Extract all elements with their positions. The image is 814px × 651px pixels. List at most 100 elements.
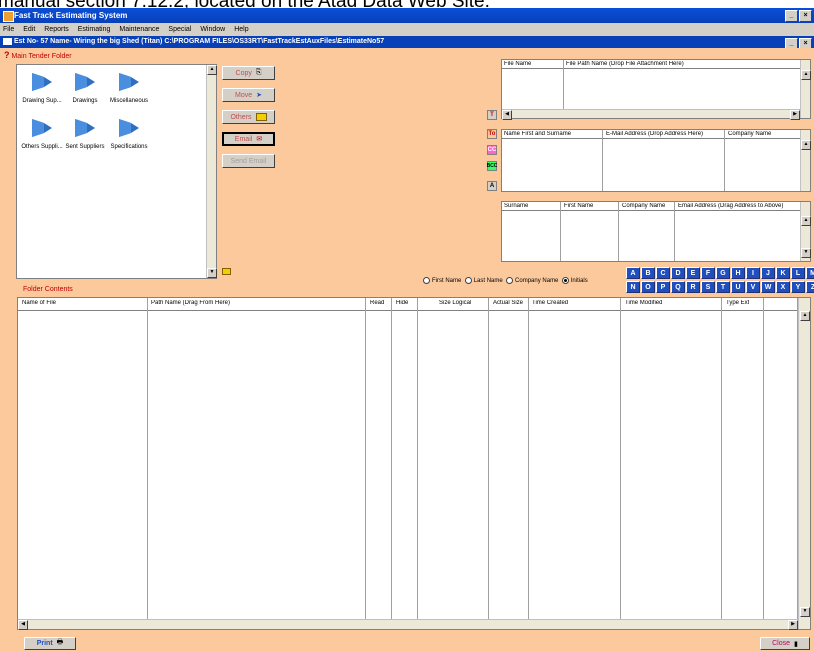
others-button[interactable]: Others: [222, 110, 275, 124]
window-icon: [3, 38, 12, 45]
letter-button[interactable]: O: [641, 281, 655, 293]
app-close-button[interactable]: ×: [799, 10, 812, 22]
letter-button[interactable]: V: [746, 281, 760, 293]
close-button[interactable]: Close ▮: [760, 637, 810, 650]
print-button[interactable]: Print 🖶: [24, 637, 76, 650]
letter-button[interactable]: U: [731, 281, 745, 293]
letter-button[interactable]: E: [686, 267, 700, 279]
letter-button[interactable]: X: [776, 281, 790, 293]
letter-button[interactable]: P: [656, 281, 670, 293]
letter-button[interactable]: H: [731, 267, 745, 279]
folder-contents-label: Folder Contents: [23, 286, 73, 293]
letter-button[interactable]: C: [656, 267, 670, 279]
folder-icon: [119, 119, 139, 137]
letter-button[interactable]: F: [701, 267, 715, 279]
folder-item[interactable]: Sent Suppliers: [63, 117, 107, 150]
scroll-left-icon[interactable]: ◀: [18, 620, 28, 630]
folder-icon: [119, 73, 139, 91]
scroll-right-icon[interactable]: ▶: [788, 620, 798, 630]
app-minimize-button[interactable]: _: [785, 10, 798, 22]
scroll-up-icon[interactable]: ▲: [207, 65, 217, 75]
main-tender-label: ? Main Tender Folder: [4, 50, 72, 60]
folder-contents-header: Name of File Path Name (Drag From Here) …: [18, 298, 800, 311]
folder-item[interactable]: Drawings: [63, 71, 107, 104]
menu-bar: File Edit Reports Estimating Maintenance…: [0, 23, 814, 36]
small-folder-icon[interactable]: [222, 268, 231, 275]
letter-button[interactable]: R: [686, 281, 700, 293]
copy-icon: ⎘: [255, 69, 262, 76]
folder-icon: [32, 73, 52, 91]
child-window-title-bar: Est No- 57 Name- Wiring the big Shed (Ti…: [0, 36, 814, 50]
letter-button[interactable]: M: [806, 267, 814, 279]
folder-item[interactable]: Others Suppli...: [20, 117, 64, 150]
menu-maintenance[interactable]: Maintenance: [119, 26, 159, 33]
menu-help[interactable]: Help: [234, 26, 248, 33]
menu-edit[interactable]: Edit: [23, 26, 35, 33]
menu-reports[interactable]: Reports: [44, 26, 69, 33]
move-button[interactable]: Move ➤: [222, 88, 275, 102]
app-title: Fast Track Estimating System: [14, 11, 128, 20]
radio-last-name[interactable]: Last Name: [464, 277, 503, 284]
folder-item[interactable]: Drawing Sup...: [20, 71, 64, 104]
folder-contents-vscroll[interactable]: ▲ ▼: [798, 298, 810, 629]
letter-button[interactable]: A: [626, 267, 640, 279]
radio-company-name[interactable]: Company Name: [506, 277, 558, 284]
letter-button[interactable]: L: [791, 267, 805, 279]
letter-button[interactable]: Z: [806, 281, 814, 293]
letter-button[interactable]: K: [776, 267, 790, 279]
files-table-vscroll[interactable]: ▲: [800, 60, 811, 118]
scroll-down-icon[interactable]: ▼: [800, 607, 810, 617]
letter-button[interactable]: B: [641, 267, 655, 279]
scroll-up-icon[interactable]: ▲: [800, 311, 810, 321]
letter-button[interactable]: W: [761, 281, 775, 293]
folder-contents-table: Name of File Path Name (Drag From Here) …: [17, 297, 811, 630]
move-icon: ➤: [256, 92, 262, 99]
scroll-down-icon[interactable]: ▼: [801, 248, 811, 258]
letter-button[interactable]: S: [701, 281, 715, 293]
menu-special[interactable]: Special: [168, 26, 191, 33]
recipients-table-header: Name First and Surname E-Mail Address (D…: [502, 130, 802, 139]
scroll-up-icon[interactable]: ▲: [801, 70, 811, 80]
menu-window[interactable]: Window: [200, 26, 225, 33]
app-logo-icon: [3, 11, 14, 22]
radio-first-name[interactable]: First Name: [423, 277, 461, 284]
contacts-scrollbar[interactable]: ▲ ▼: [800, 202, 811, 261]
scroll-left-icon[interactable]: ◀: [502, 110, 512, 120]
letter-button[interactable]: D: [671, 267, 685, 279]
scroll-up-icon[interactable]: ▲: [801, 140, 811, 150]
folder-item[interactable]: Specifications: [107, 117, 151, 150]
recipients-table: Name First and Surname E-Mail Address (D…: [501, 129, 811, 192]
cc-button[interactable]: CC: [487, 145, 497, 155]
main-tender-title: Main Tender Folder: [11, 53, 72, 60]
recipients-scrollbar[interactable]: ▲: [800, 130, 811, 191]
letter-row-1: A B C D E F G H I J K L M: [626, 267, 814, 279]
files-table-hscroll[interactable]: ◀ ▶: [502, 109, 800, 120]
letter-button[interactable]: J: [761, 267, 775, 279]
email-button[interactable]: Email ✉: [222, 132, 275, 146]
letter-button[interactable]: G: [716, 267, 730, 279]
scroll-right-icon[interactable]: ▶: [790, 110, 800, 120]
copy-button[interactable]: Copy ⎘: [222, 66, 275, 80]
sort-options: First Name Last Name Company Name Initia…: [423, 277, 588, 284]
send-email-button[interactable]: Send Email: [222, 154, 275, 168]
letter-button[interactable]: N: [626, 281, 640, 293]
menu-estimating[interactable]: Estimating: [78, 26, 111, 33]
exit-icon: ▮: [794, 640, 798, 648]
letter-button[interactable]: T: [716, 281, 730, 293]
email-icon: ✉: [256, 136, 263, 143]
address-book-button[interactable]: A: [487, 181, 497, 191]
letter-button[interactable]: Q: [671, 281, 685, 293]
text-button[interactable]: T: [487, 110, 497, 120]
scroll-down-icon[interactable]: ▼: [207, 268, 217, 278]
radio-initials[interactable]: Initials: [561, 277, 588, 284]
letter-button[interactable]: I: [746, 267, 760, 279]
folder-contents-hscroll[interactable]: ◀ ▶: [18, 619, 798, 630]
letter-button[interactable]: Y: [791, 281, 805, 293]
bcc-button[interactable]: BCC: [487, 161, 497, 171]
printer-icon: 🖶: [56, 639, 64, 646]
folder-item[interactable]: Miscellaneous: [107, 71, 151, 104]
to-button[interactable]: To: [487, 129, 497, 139]
scroll-up-icon[interactable]: ▲: [801, 216, 811, 226]
folder-panel-scrollbar[interactable]: ▲ ▼: [206, 65, 217, 278]
menu-file[interactable]: File: [3, 26, 14, 33]
